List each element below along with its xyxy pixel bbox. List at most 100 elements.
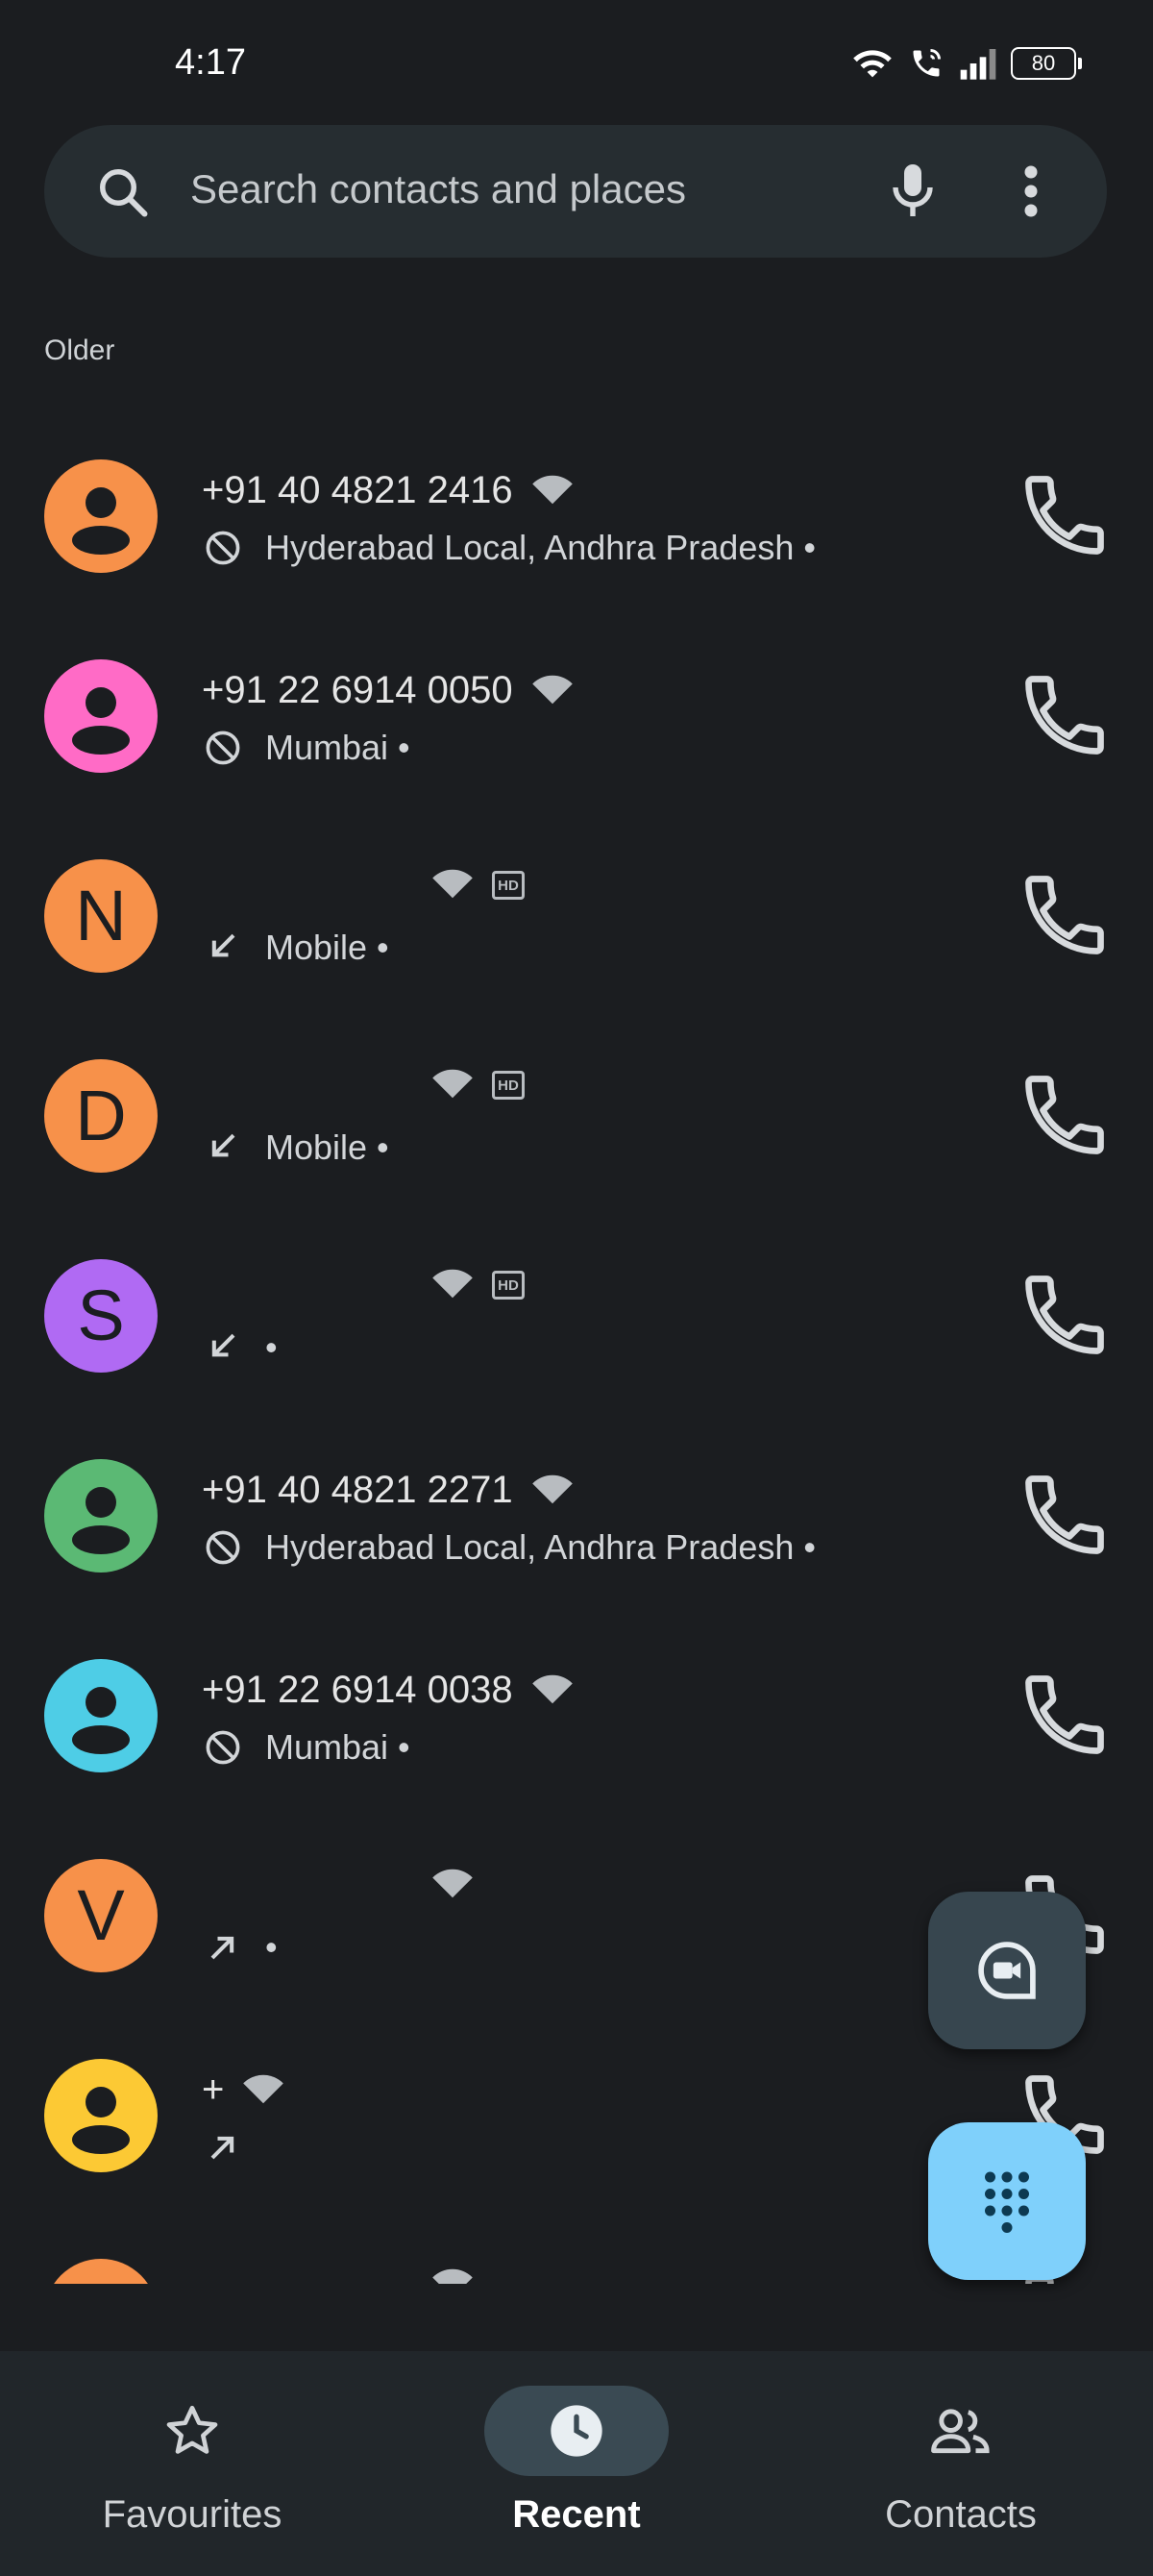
avatar[interactable]: S — [44, 1259, 158, 1373]
avatar-letter: D — [75, 1076, 127, 1155]
mic-icon[interactable] — [878, 156, 947, 225]
call-log-row[interactable]: S HD • — [0, 1215, 1153, 1415]
nav-favourites-label: Favourites — [102, 2493, 282, 2536]
caller-name — [202, 2268, 475, 2284]
person-icon — [72, 2087, 130, 2154]
caller-number: +91 40 4821 2271 — [202, 1469, 513, 1511]
wifi-calling-icon — [432, 1869, 473, 1898]
phone-icon[interactable] — [1017, 1267, 1113, 1363]
call-location: Mobile • — [265, 1127, 389, 1167]
nav-recent-label: Recent — [512, 2493, 641, 2536]
call-details — [202, 2126, 265, 2168]
wifi-calling-icon — [531, 475, 573, 504]
section-header-older: Older — [44, 334, 115, 366]
wifi-calling-icon — [531, 1674, 573, 1703]
call-details: Hyderabad Local, Andhra Pradesh • — [202, 527, 816, 569]
status-bar: 4:17 80 — [0, 0, 1153, 125]
caller-name — [202, 1869, 475, 1901]
video-call-icon — [978, 1942, 1036, 1999]
dialpad-button[interactable] — [928, 2122, 1086, 2280]
caller-name: +91 22 6914 0050 — [202, 669, 575, 712]
avatar[interactable]: V — [44, 2259, 158, 2284]
call-log-row[interactable]: D HD Mobile • — [0, 1015, 1153, 1215]
more-vert-icon[interactable] — [1007, 158, 1055, 225]
caller-number: + — [202, 2068, 225, 2111]
wifi-calling-icon — [531, 675, 573, 704]
nav-contacts-label: Contacts — [885, 2493, 1037, 2536]
phone-icon[interactable] — [1017, 1467, 1113, 1563]
caller-name: + — [202, 2068, 285, 2112]
hd-icon: HD — [492, 871, 525, 900]
status-icons: 80 — [851, 46, 1082, 81]
hd-icon: HD — [492, 1271, 525, 1300]
call-details: Mumbai • — [202, 727, 410, 769]
phone-icon[interactable] — [1017, 667, 1113, 763]
call-made-icon — [210, 1936, 234, 1960]
call-location: Hyderabad Local, Andhra Pradesh • — [265, 528, 816, 567]
caller-name: HD — [202, 1269, 525, 1301]
avatar[interactable] — [44, 459, 158, 573]
search-bar[interactable]: Search contacts and places — [44, 125, 1107, 258]
call-details: Mobile • — [202, 927, 389, 969]
wifi-calling-icon — [432, 1069, 473, 1099]
video-call-button[interactable] — [928, 1892, 1086, 2049]
clock-icon — [551, 2405, 602, 2457]
avatar[interactable] — [44, 1659, 158, 1772]
hd-icon: HD — [492, 1071, 525, 1100]
dialpad-icon — [985, 2171, 1029, 2233]
block-icon — [206, 531, 240, 565]
person-icon — [72, 487, 130, 555]
wifi-calling-icon — [432, 869, 473, 899]
call-details: Mobile • — [202, 1127, 389, 1169]
bottom-navigation: Favourites Recent Contacts — [0, 2351, 1153, 2576]
call-log-row[interactable]: +91 22 6914 0038 Mumbai • — [0, 1615, 1153, 1815]
call-location: • — [265, 1927, 278, 1967]
search-input[interactable]: Search contacts and places — [190, 166, 686, 212]
call-location: Mumbai • — [265, 728, 410, 767]
avatar-letter: V — [77, 2280, 124, 2285]
person-icon — [72, 687, 130, 755]
avatar[interactable]: V — [44, 1859, 158, 1972]
caller-name: HD — [202, 869, 525, 902]
avatar[interactable] — [44, 1459, 158, 1573]
call-received-icon — [211, 933, 235, 957]
nav-favourites[interactable]: Favourites — [0, 2351, 384, 2576]
people-icon — [931, 2409, 990, 2454]
phone-icon[interactable] — [1017, 867, 1113, 963]
caller-name: +91 40 4821 2271 — [202, 1469, 575, 1512]
status-time: 4:17 — [175, 42, 246, 83]
caller-name: +91 40 4821 2416 — [202, 469, 575, 512]
search-icon[interactable] — [94, 163, 152, 221]
call-received-icon — [211, 1333, 235, 1357]
avatar[interactable] — [44, 659, 158, 773]
call-details: Mumbai • — [202, 1726, 410, 1769]
wifi-calling-icon — [531, 1474, 573, 1503]
avatar-letter: N — [75, 876, 127, 955]
call-log-row[interactable]: +91 40 4821 2271 Hyderabad Local, Andhra … — [0, 1415, 1153, 1615]
call-location: Mumbai • — [265, 1727, 410, 1767]
phone-icon[interactable] — [1017, 467, 1113, 563]
call-log-row[interactable]: +91 40 4821 2416 Hyderabad Local, Andhra … — [0, 415, 1153, 615]
phone-icon[interactable] — [1017, 1067, 1113, 1163]
call-log-row[interactable]: +91 22 6914 0050 Mumbai • — [0, 615, 1153, 815]
caller-name: +91 22 6914 0038 — [202, 1669, 575, 1712]
call-details: Hyderabad Local, Andhra Pradesh • — [202, 1526, 816, 1569]
wifi-calling-icon — [243, 2074, 284, 2103]
call-location: • — [265, 1327, 278, 1367]
avatar[interactable] — [44, 2059, 158, 2172]
caller-number: +91 22 6914 0038 — [202, 1669, 513, 1711]
block-icon — [206, 1530, 240, 1565]
phone-icon[interactable] — [1017, 1667, 1113, 1763]
nav-contacts[interactable]: Contacts — [769, 2351, 1153, 2576]
avatar[interactable]: N — [44, 859, 158, 973]
call-log-row[interactable]: N HD Mobile • — [0, 815, 1153, 1015]
block-icon — [206, 1730, 240, 1765]
call-received-icon — [211, 1133, 235, 1157]
signal-icon — [960, 49, 996, 80]
wifi-calling-icon — [432, 1269, 473, 1299]
battery-indicator: 80 — [1011, 47, 1082, 80]
wifi-calling-icon — [432, 2268, 473, 2284]
nav-recent[interactable]: Recent — [384, 2351, 769, 2576]
avatar-letter: V — [77, 1875, 125, 1955]
avatar[interactable]: D — [44, 1059, 158, 1173]
